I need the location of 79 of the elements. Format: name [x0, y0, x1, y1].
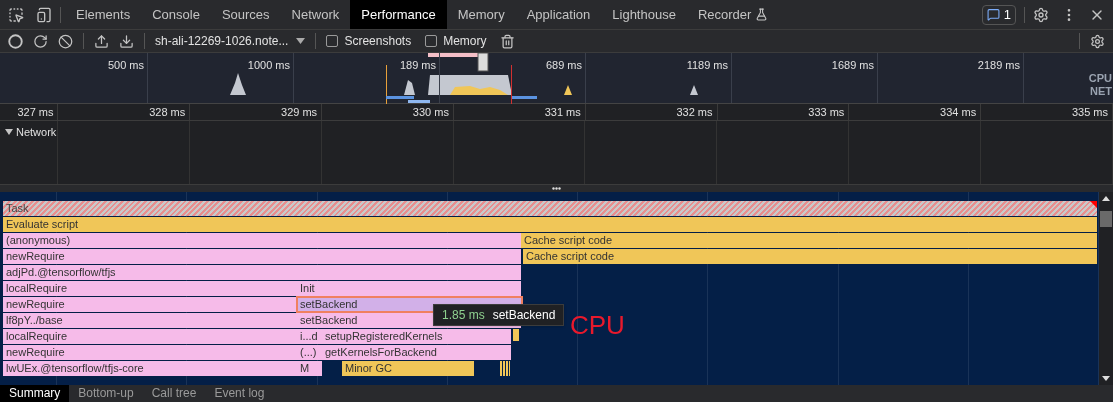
flame-bar[interactable]: localRequire [3, 329, 297, 344]
flame-bar[interactable]: Evaluate script [3, 217, 1097, 232]
details-tab[interactable]: Bottom-up [69, 385, 143, 402]
panel-tab[interactable]: Lighthouse [601, 0, 687, 29]
inspect-icon[interactable] [8, 6, 24, 23]
panel-tab[interactable]: Memory [446, 0, 516, 29]
lane-label: CPU [1088, 72, 1112, 85]
ruler-time-label: 327 ms [17, 104, 54, 120]
checkbox-label: Memory [443, 33, 487, 50]
flame-bar[interactable]: newRequire [3, 345, 297, 360]
recording-select[interactable]: sh-ali-12269-1026.note... [155, 32, 306, 50]
flame-bar[interactable]: (...) [297, 345, 322, 360]
flame-bar[interactable]: newRequire [3, 249, 521, 264]
flame-sliver [513, 329, 519, 341]
warning-corner-icon [1090, 201, 1097, 208]
device-toolbar-icon[interactable] [36, 6, 52, 23]
ruler-time-label: 328 ms [149, 104, 186, 120]
issues-badge[interactable]: 1 [981, 4, 1016, 25]
ruler-time-label: 330 ms [412, 104, 449, 120]
flame-bar[interactable]: adjPd.@tensorflow/tfjs [3, 265, 521, 280]
scroll-up-icon[interactable] [1102, 196, 1110, 201]
overview-time-label: 1189 ms [686, 58, 728, 73]
flame-bar[interactable]: lwUEx.@tensorflow/tfjs-core [3, 361, 297, 376]
flame-bar[interactable]: setupRegisteredKernels [322, 329, 511, 344]
overview-time-label: 2189 ms [977, 58, 1020, 73]
details-tab[interactable]: Call tree [142, 385, 206, 402]
download-icon[interactable] [119, 33, 134, 49]
panel-tab[interactable]: Application [515, 0, 602, 29]
flame-bar[interactable]: getKernelsForBackend [322, 345, 511, 360]
flame-bar[interactable]: i...d [297, 329, 322, 344]
ruler-time-label: 331 ms [544, 104, 581, 120]
overview-time-label: 189 ms [399, 58, 436, 73]
expand-triangle-icon[interactable] [5, 128, 13, 137]
checkbox[interactable] [425, 35, 438, 47]
overview-time-label: 689 ms [545, 58, 582, 73]
panel-tab[interactable]: Network [280, 0, 351, 29]
panel-tab[interactable]: Elements [65, 0, 142, 29]
overview-time-label: 1689 ms [831, 58, 874, 73]
ruler-time-label: 333 ms [808, 104, 845, 120]
panel-tab[interactable]: Performance [350, 0, 447, 29]
ruler-time-label: 334 ms [940, 104, 977, 120]
lane-label: NET [1090, 85, 1112, 98]
ruler-time-label: 329 ms [281, 104, 318, 120]
flame-bar[interactable]: M [297, 361, 322, 376]
panel-tab[interactable]: Recorder [686, 0, 780, 29]
reload-icon[interactable] [33, 33, 48, 49]
trash-icon[interactable] [500, 33, 516, 49]
ruler-time-label: 335 ms [1071, 104, 1108, 120]
scroll-down-icon[interactable] [1102, 376, 1110, 381]
flame-bar[interactable]: Minor GC [342, 361, 474, 376]
panel-tab[interactable]: Sources [210, 0, 281, 29]
overview-time-label: 1000 ms [247, 58, 290, 73]
flame-bar[interactable]: localRequire [3, 281, 297, 296]
record-icon[interactable] [8, 33, 23, 49]
details-tab[interactable]: Summary [0, 385, 70, 402]
scrollbar-thumb[interactable] [1100, 210, 1112, 227]
flame-bar[interactable]: Cache script code [521, 233, 1097, 248]
resize-handle-icon[interactable] [552, 187, 561, 190]
settings-icon[interactable] [1090, 33, 1105, 49]
checkbox-label: Screenshots [344, 33, 412, 50]
upload-icon[interactable] [94, 33, 109, 49]
message-icon [986, 8, 1000, 21]
ruler-time-label: 332 ms [676, 104, 713, 120]
panel-tab[interactable]: Console [141, 0, 211, 29]
clear-icon[interactable] [58, 33, 73, 49]
checkbox[interactable] [326, 35, 339, 47]
settings-icon[interactable] [1033, 6, 1049, 23]
dropdown-caret-icon [296, 38, 306, 44]
annotation-text: CPU [570, 310, 625, 340]
flame-bar[interactable]: (anonymous) [3, 233, 521, 248]
flame-bar[interactable]: Init [297, 281, 521, 296]
overview-time-label: 500 ms [107, 58, 144, 73]
flame-bar[interactable]: newRequire [3, 297, 297, 312]
flame-bar[interactable]: lf8pY../base [3, 313, 297, 328]
track-label[interactable]: Network [16, 124, 57, 141]
flame-bar[interactable]: Task [3, 201, 1097, 216]
details-tab[interactable]: Event log [205, 385, 274, 402]
flame-sliver [500, 361, 510, 376]
flame-bar[interactable]: Cache script code [523, 249, 1097, 264]
